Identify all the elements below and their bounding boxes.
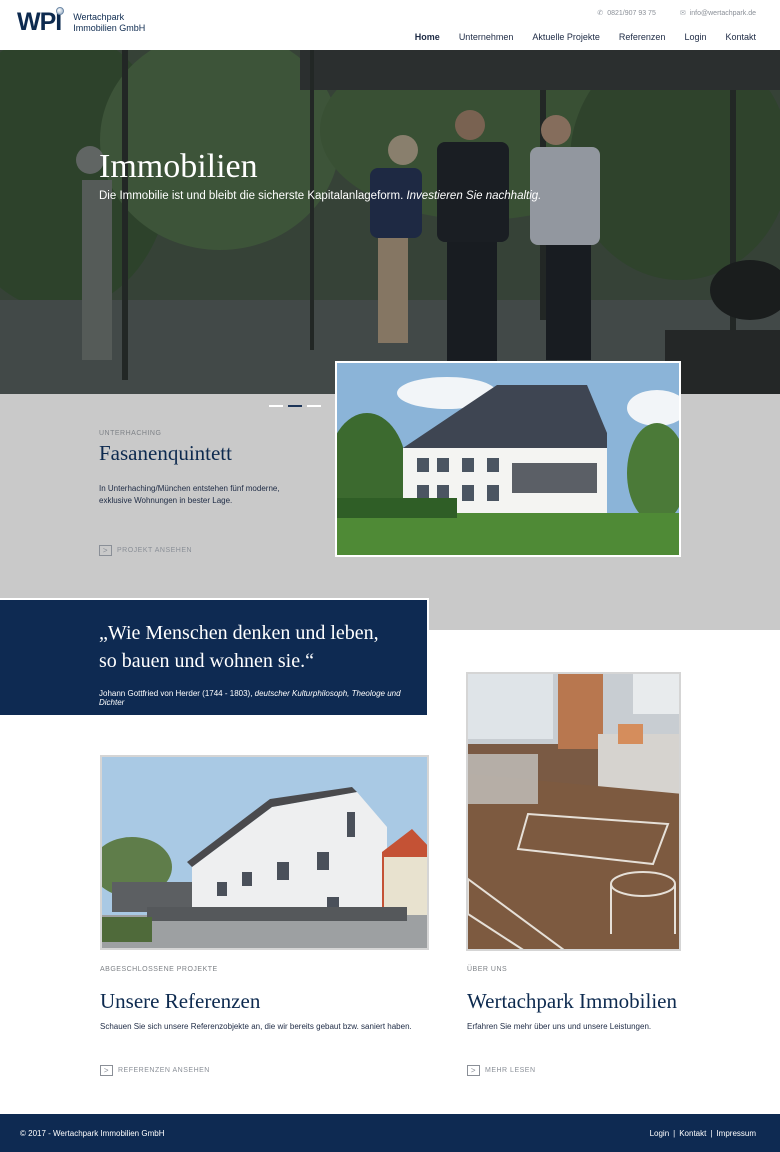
arrow-right-icon: >: [100, 1065, 113, 1076]
nav-unternehmen[interactable]: Unternehmen: [459, 32, 514, 42]
logo-mark-text: WPI: [17, 8, 62, 36]
quote-box: „Wie Menschen denken und leben, so bauen…: [0, 598, 429, 717]
nav-aktuelle-projekte[interactable]: Aktuelle Projekte: [532, 32, 600, 42]
hero-banner: [0, 50, 780, 394]
nav-home[interactable]: Home: [415, 32, 440, 42]
slider-dot-1[interactable]: [269, 405, 283, 407]
hero-subtitle-italic: Investieren Sie nachhaltig.: [406, 190, 542, 202]
nav-login[interactable]: Login: [684, 32, 706, 42]
about-link-label: MEHR LESEN: [485, 1067, 536, 1074]
footer-separator: |: [673, 1129, 676, 1138]
project-location: UNTERHACHING: [99, 430, 162, 437]
references-title: Unsere Referenzen: [100, 989, 261, 1013]
arrow-right-icon: >: [467, 1065, 480, 1076]
project-house-photo: [337, 363, 679, 555]
quote-line-2: so bauen und wohnen sie.“: [99, 650, 314, 672]
about-eyebrow: ÜBER UNS: [467, 966, 508, 973]
logo-dot-icon: [56, 7, 65, 15]
site-footer: © 2017 - Wertachpark Immobilien GmbH Log…: [0, 1114, 780, 1152]
phone-number: 0821/907 93 75: [607, 10, 656, 17]
nav-referenzen[interactable]: Referenzen: [619, 32, 666, 42]
nav-kontakt[interactable]: Kontakt: [725, 32, 756, 42]
site-header: WPI Wertachpark Immobilien GmbH ✆ 0821/90…: [0, 0, 780, 50]
references-link[interactable]: > REFERENZEN ANSEHEN: [100, 1065, 210, 1076]
footer-impressum[interactable]: Impressum: [716, 1129, 756, 1138]
references-image[interactable]: [100, 755, 429, 950]
quote-author: Johann Gottfried von Herder (1744 - 1803…: [99, 689, 427, 707]
about-link[interactable]: > MEHR LESEN: [467, 1065, 536, 1076]
slider-dot-3[interactable]: [307, 405, 321, 407]
hero-subtitle-text: Die Immobilie ist und bleibt die sichers…: [99, 190, 404, 202]
project-view-label: PROJEKT ANSEHEN: [117, 547, 193, 554]
footer-links: Login | Kontakt | Impressum: [650, 1129, 756, 1138]
logo-text: Wertachpark Immobilien GmbH: [73, 12, 145, 34]
footer-separator: |: [710, 1129, 713, 1138]
about-title: Wertachpark Immobilien: [467, 989, 677, 1013]
hero-overlay: [0, 50, 780, 394]
project-image[interactable]: [335, 361, 681, 557]
hero-title: Immobilien: [99, 148, 258, 185]
project-view-link[interactable]: > PROJEKT ANSEHEN: [99, 545, 192, 556]
phone-contact[interactable]: ✆ 0821/907 93 75: [597, 9, 656, 17]
phone-icon: ✆: [597, 10, 604, 17]
mail-icon: ✉: [679, 10, 686, 17]
about-interior-photo: [468, 674, 679, 949]
references-house-photo: [102, 757, 427, 948]
logo-line-2: Immobilien GmbH: [73, 22, 146, 33]
about-image[interactable]: [466, 672, 681, 951]
arrow-right-icon: >: [99, 545, 112, 556]
email-address: info@wertachpark.de: [689, 10, 756, 17]
logo[interactable]: WPI Wertachpark Immobilien GmbH: [17, 7, 145, 36]
quote-text: „Wie Menschen denken und leben, so bauen…: [99, 619, 379, 675]
quote-line-1: „Wie Menschen denken und leben,: [99, 622, 379, 644]
footer-kontakt[interactable]: Kontakt: [679, 1129, 706, 1138]
logo-mark: WPI: [17, 7, 65, 36]
slider-dot-2[interactable]: [288, 405, 302, 407]
about-text: Erfahren Sie mehr über uns und unsere Le…: [467, 1022, 652, 1031]
email-contact[interactable]: ✉ info@wertachpark.de: [680, 9, 756, 17]
copyright: © 2017 - Wertachpark Immobilien GmbH: [20, 1129, 165, 1138]
quote-author-name: Johann Gottfried von Herder (1744 - 1803…: [99, 689, 253, 698]
hero-subtitle: Die Immobilie ist und bleibt die sichers…: [99, 190, 541, 202]
main-nav: Home Unternehmen Aktuelle Projekte Refer…: [415, 32, 756, 42]
references-eyebrow: ABGESCHLOSSENE PROJEKTE: [100, 966, 218, 973]
footer-login[interactable]: Login: [650, 1129, 670, 1138]
project-title: Fasanenquintett: [99, 441, 232, 465]
references-text: Schauen Sie sich unsere Referenzobjekte …: [100, 1022, 412, 1031]
logo-line-1: Wertachpark: [73, 11, 125, 22]
slider-dots: [269, 405, 321, 407]
project-description: In Unterhaching/München entstehen fünf m…: [99, 484, 280, 505]
references-link-label: REFERENZEN ANSEHEN: [118, 1067, 210, 1074]
contact-line: ✆ 0821/907 93 75 ✉ info@wertachpark.de: [597, 9, 756, 17]
